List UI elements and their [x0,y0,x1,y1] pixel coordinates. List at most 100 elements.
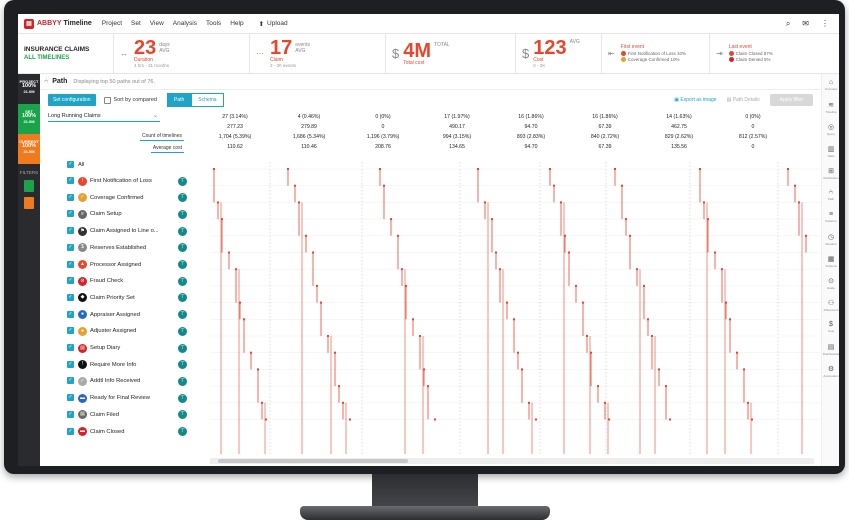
filter-tag-icon[interactable] [24,180,34,192]
activity-row[interactable]: ✓ ▬ Claim Closed ⊤ [67,425,208,439]
activity-row[interactable]: ✓ ⊘ Fraud Check ⊤ [67,274,208,288]
checkbox-checked-icon[interactable]: ✓ [67,293,74,301]
upload-button[interactable]: ⬆ Upload [259,20,288,28]
rail-influencers-button[interactable]: ⚇ Influencers [822,294,839,316]
activity-toggle-icon[interactable]: ⊤ [178,427,187,436]
checkbox-checked-icon[interactable]: ✓ [67,193,74,201]
path-details-button[interactable]: ▤ Path Details [727,97,760,103]
activity-row[interactable]: ✓ ◆ Claim Priority Set ⊤ [67,291,208,305]
rail-patterns-button[interactable]: ≡ Patterns [822,206,839,228]
checkbox-checked-icon[interactable]: ✓ [67,210,74,218]
rail-distribution-button[interactable]: ⊞ Distribution [822,162,839,184]
checkbox-checked-icon[interactable]: ✓ [67,277,74,285]
rail-cost-button[interactable]: $ Cost [822,316,839,338]
activity-row[interactable]: ✓ ▲ Processor Assigned ⊤ [67,258,208,272]
activity-row[interactable]: ✓! First Notification of Loss ⊤ [67,174,208,188]
activity-row[interactable]: ✓ $ Reserves Established ⊤ [67,241,208,255]
activity-toggle-icon[interactable]: ⊤ [178,376,187,386]
avg-metric-select[interactable]: Average cost [150,144,184,153]
menu-help[interactable]: Help [230,20,243,27]
sort-compared-checkbox[interactable] [103,96,111,104]
mail-icon[interactable]: ✉ [802,19,809,29]
rail-timeline-button[interactable]: ≋ Timeline [822,96,839,118]
set-configuration-button[interactable]: Set configuration [48,94,96,106]
project-summary[interactable]: INSURANCE CLAIMS ALL TIMELINES [18,34,114,73]
scrollbar-thumb[interactable] [218,459,408,463]
checkbox-checked-icon[interactable]: ✓ [67,360,74,368]
checkbox-checked-icon[interactable]: ✓ [67,161,74,168]
checkbox-checked-icon[interactable]: ✓ [67,394,74,402]
checkbox-checked-icon[interactable]: ✓ [67,243,74,251]
activity-row[interactable]: ✓ ▤ Setup Diary ⊤ [67,341,208,355]
menu-tools[interactable]: Tools [206,20,221,27]
menu-analysis[interactable]: Analysis [173,20,197,27]
activity-toggle-icon[interactable]: ⊤ [178,176,187,186]
checkbox-checked-icon[interactable]: ✓ [67,310,74,318]
activity-toggle-icon[interactable]: ⊤ [178,326,187,336]
path-lane[interactable] [614,168,671,454]
activity-row[interactable]: ✓ ▤ Claim Filed ⊤ [67,408,208,422]
menu-project[interactable]: Project [102,20,122,27]
activity-toggle-icon[interactable]: ⊤ [178,310,187,320]
path-set-dropdown[interactable]: Long Running Claims ⌄ [48,110,160,122]
path-lane[interactable] [379,168,436,454]
activity-toggle-icon[interactable]: ⊤ [178,276,187,286]
activity-toggle-icon[interactable]: ⊤ [178,243,187,253]
path-lane[interactable] [787,168,807,454]
export-image-button[interactable]: ▣ Export as image [674,97,716,103]
activity-toggle-icon[interactable]: ⊤ [178,393,187,403]
activity-row[interactable]: ✓ ▬ Ready for Final Review ⊤ [67,391,208,405]
activity-toggle-icon[interactable]: ⊤ [178,360,187,370]
set-filter-block[interactable]: SET 100% 21.0M [18,104,40,134]
activity-row[interactable]: ✓ ✓ Coverage Confirmed ⊤ [67,191,208,205]
rail-dashboards-button[interactable]: ▤ Dashboards [822,338,839,360]
current-filter-block[interactable]: CURRENT 100% 21.0M [18,134,40,164]
rail-guide-button[interactable]: ⊙ Guide [822,272,839,294]
activity-toggle-icon[interactable]: ⊤ [178,260,187,269]
project-filter-block[interactable]: PROJECT 100% 21.0M [18,74,40,104]
rail-path-button[interactable]: ⑃ Path [822,184,839,206]
tab-path[interactable]: Path [166,93,192,107]
activity-toggle-icon[interactable]: ⊤ [178,343,187,353]
path-lane[interactable] [699,168,753,454]
activity-row[interactable]: ✓ ● Appraiser Assigned ⊤ [67,308,208,322]
checkbox-checked-icon[interactable]: ✓ [67,410,74,418]
more-icon[interactable]: ⋮ [821,19,829,29]
activity-toggle-icon[interactable]: ⊤ [178,293,187,303]
checkbox-checked-icon[interactable]: ✓ [67,260,74,268]
activity-row[interactable]: ✓ ⚑ Claim Assigned to Line o... ⊤ [67,224,208,238]
checkbox-checked-icon[interactable]: ✓ [67,227,74,235]
rail-query-button[interactable]: ◎ Query [822,118,839,140]
activity-toggle-icon[interactable]: ⊤ [178,410,187,420]
path-lane[interactable] [549,168,610,454]
checkbox-checked-icon[interactable]: ✓ [67,427,74,435]
activity-row[interactable]: ✓ ● Adjuster Assigned ⊤ [67,324,208,338]
rail-duration-button[interactable]: ◷ Duration [822,228,839,250]
apply-filter-button[interactable]: Apply filter [769,94,813,106]
menu-set[interactable]: Set [131,20,141,27]
menu-view[interactable]: View [150,20,164,27]
path-lane[interactable] [287,168,351,454]
checkbox-checked-icon[interactable]: ✓ [67,177,74,184]
rail-stats-button[interactable]: ▥ Stats [822,140,839,162]
rail-schema-button[interactable]: ▦ Schema [822,250,839,272]
activity-all[interactable]: ✓ All [67,158,208,172]
search-icon[interactable]: ⌕ [786,19,790,29]
path-lane[interactable] [213,168,267,454]
count-metric-select[interactable]: Count of timelines [139,132,184,141]
rail-overview-button[interactable]: ⌂ Overview [822,74,839,96]
rail-automation-button[interactable]: ⚙ Automation [822,360,839,382]
activity-row[interactable]: ✓ ✓ Addtl Info Received ⊤ [67,374,208,388]
checkbox-checked-icon[interactable]: ✓ [67,344,74,351]
checkbox-checked-icon[interactable]: ✓ [67,377,74,385]
activity-toggle-icon[interactable]: ⊤ [178,209,187,219]
activity-row[interactable]: ✓ ≡ Claim Setup ⊤ [67,207,208,221]
filter-tag-icon[interactable] [24,197,34,209]
activity-toggle-icon[interactable]: ⊤ [178,226,187,236]
path-lane[interactable] [477,168,537,454]
checkbox-checked-icon[interactable]: ✓ [67,327,74,335]
activity-row[interactable]: ✓! Require More Info ⊤ [67,358,208,372]
horizontal-scrollbar[interactable] [210,458,814,464]
activity-toggle-icon[interactable]: ⊤ [178,193,187,203]
tab-schema[interactable]: Schema [191,93,224,107]
